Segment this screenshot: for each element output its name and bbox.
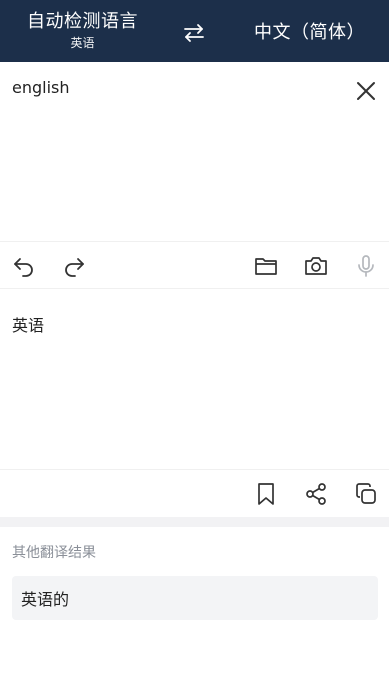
other-results-title: 其他翻译结果 [12,545,96,561]
input-panel [0,62,389,240]
clear-input-button[interactable] [352,77,380,105]
microphone-icon [354,254,378,278]
bookmark-button[interactable] [252,480,280,508]
source-text-input[interactable] [12,78,332,97]
output-panel: 英语 [0,290,389,468]
camera-icon [304,254,328,278]
source-language-selector[interactable]: 自动检测语言 英语 [0,0,165,62]
language-bar: 自动检测语言 英语 中文（简体） [0,0,389,62]
open-file-button[interactable] [252,252,280,280]
camera-button[interactable] [302,252,330,280]
undo-icon [12,254,36,278]
target-language-selector[interactable]: 中文（简体） [230,0,389,62]
source-language-label: 自动检测语言 [27,11,138,32]
undo-button[interactable] [10,252,38,280]
share-button[interactable] [302,480,330,508]
copy-button[interactable] [352,480,380,508]
folder-icon [254,254,278,278]
redo-icon [62,254,86,278]
detected-language-label: 英语 [70,36,95,50]
swap-arrows-icon [182,22,206,44]
input-toolbar [0,241,389,289]
voice-input-button[interactable] [352,252,380,280]
share-icon [304,482,328,506]
swap-languages-button[interactable] [176,19,212,47]
other-result-item[interactable]: 英语的 [12,576,378,620]
bookmark-icon [254,482,278,506]
close-icon [355,80,377,102]
section-divider [0,517,389,527]
output-toolbar [0,469,389,517]
copy-icon [354,482,378,506]
translation-result: 英语 [12,316,45,335]
redo-button[interactable] [60,252,88,280]
